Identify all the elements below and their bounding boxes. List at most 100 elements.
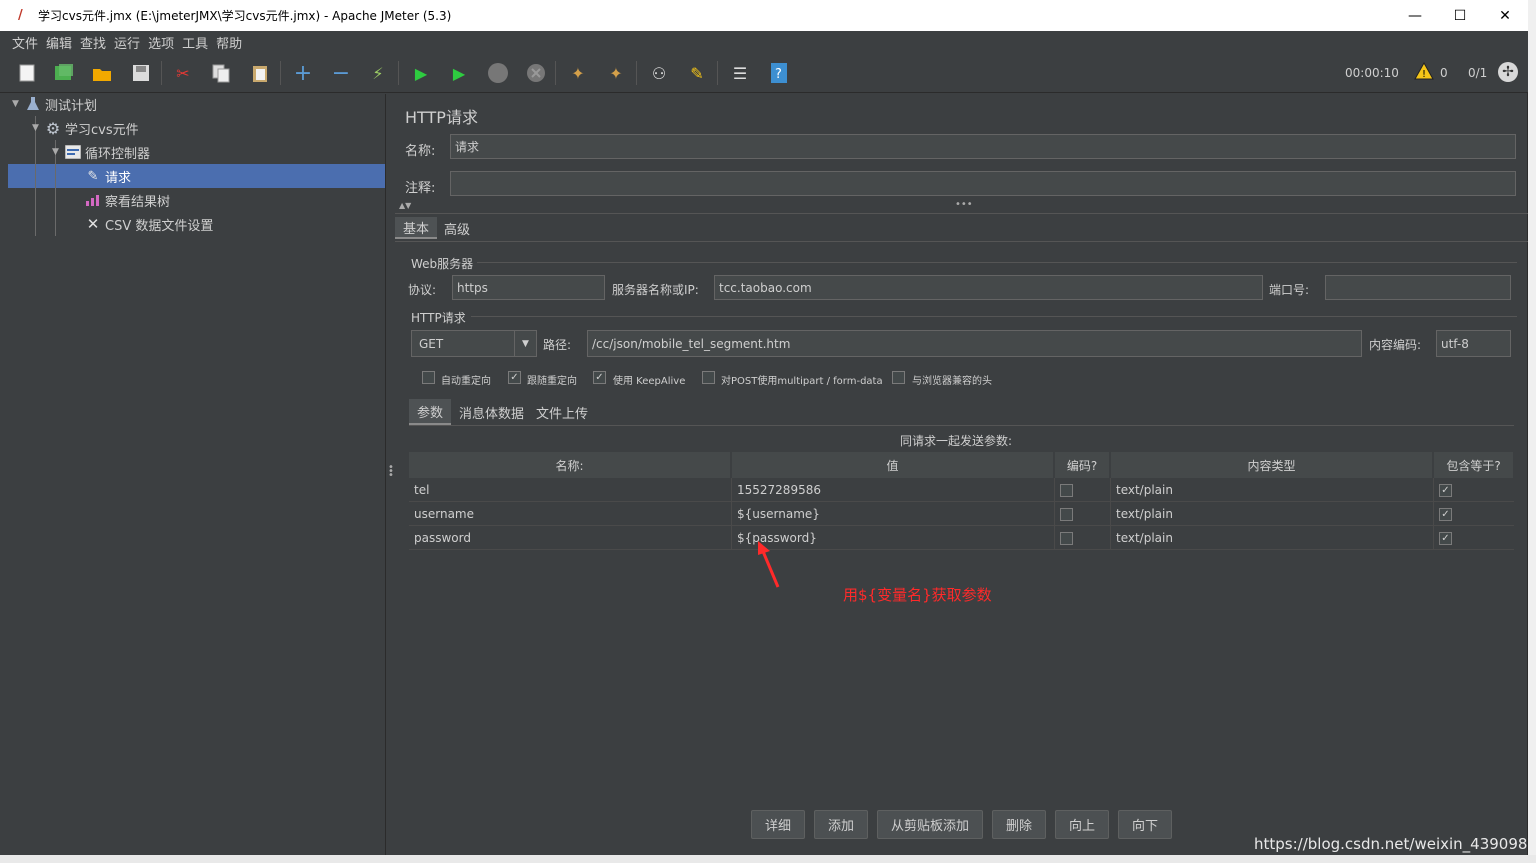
collapse-arrows-icon[interactable]: ▲▼ (399, 201, 411, 210)
encode-checkbox[interactable] (1060, 483, 1073, 497)
open-icon[interactable] (90, 61, 114, 85)
move-down-button[interactable]: 向下 (1118, 810, 1172, 839)
minimize-button[interactable]: — (1392, 0, 1438, 31)
toggle-icon[interactable]: ⚡ (366, 61, 390, 85)
include-equals-checkbox[interactable]: ✓ (1439, 531, 1452, 545)
param-name-cell[interactable]: password (409, 526, 732, 550)
paste-icon[interactable] (248, 61, 272, 85)
name-field[interactable]: 请求 (450, 134, 1516, 159)
tree-item-results-tree[interactable]: 察看结果树 (84, 188, 170, 212)
table-row[interactable]: username ${username} text/plain ✓ (409, 502, 1514, 526)
clear-icon[interactable]: ✦ (566, 61, 590, 85)
browser-headers-checkbox[interactable] (892, 371, 905, 384)
warning-count: 0 (1440, 66, 1448, 80)
include-equals-cell[interactable]: ✓ (1434, 526, 1514, 550)
auto-redirect-checkbox[interactable] (422, 371, 435, 384)
column-header-value[interactable]: 值 (732, 452, 1054, 478)
tab-parameters[interactable]: 参数 (409, 399, 452, 425)
column-header-content-type[interactable]: 内容类型 (1111, 452, 1433, 478)
add-from-clipboard-button[interactable]: 从剪贴板添加 (877, 810, 983, 839)
tab-basic[interactable]: 基本 (395, 217, 438, 239)
menu-run[interactable]: 运行 (110, 33, 144, 52)
param-value-cell[interactable]: 15527289586 (732, 478, 1055, 502)
encode-cell[interactable] (1055, 526, 1111, 550)
stop-icon[interactable] (486, 61, 510, 85)
include-equals-checkbox[interactable]: ✓ (1439, 507, 1452, 521)
menu-edit[interactable]: 编辑 (42, 33, 76, 52)
port-field[interactable] (1325, 275, 1511, 300)
server-field[interactable]: tcc.taobao.com (714, 275, 1263, 300)
tab-body-data[interactable]: 消息体数据 (451, 399, 532, 425)
table-row[interactable]: password ${password} text/plain ✓ (409, 526, 1514, 550)
expand-arrow-icon[interactable]: ▼ (12, 99, 24, 109)
tab-file-upload[interactable]: 文件上传 (528, 399, 596, 425)
templates-icon[interactable] (52, 61, 76, 85)
keepalive-checkbox[interactable]: ✓ (593, 371, 606, 384)
tree-item-loop-controller[interactable]: ▼ 循环控制器 (52, 140, 150, 164)
help-icon[interactable]: ? (767, 61, 791, 85)
column-header-name[interactable]: 名称: (409, 452, 731, 478)
menu-options[interactable]: 选项 (144, 33, 178, 52)
reset-search-icon[interactable]: ✎ (685, 61, 709, 85)
protocol-field[interactable]: https (452, 275, 605, 300)
column-header-include-equals[interactable]: 包含等于? (1434, 452, 1514, 478)
include-equals-checkbox[interactable]: ✓ (1439, 483, 1452, 497)
chevron-down-icon[interactable]: ▼ (514, 331, 536, 356)
add-button[interactable]: 添加 (814, 810, 868, 839)
cut-icon[interactable]: ✂ (171, 61, 195, 85)
expand-arrow-icon[interactable]: ▼ (32, 123, 44, 133)
param-name-cell[interactable]: username (409, 502, 732, 526)
encode-cell[interactable] (1055, 502, 1111, 526)
menu-tools[interactable]: 工具 (178, 33, 212, 52)
method-select[interactable]: GET ▼ (411, 330, 537, 357)
comment-field[interactable] (450, 171, 1516, 196)
delete-button[interactable]: 删除 (992, 810, 1046, 839)
expand-arrow-icon[interactable]: ▼ (52, 147, 64, 157)
warning-icon[interactable]: ! (1414, 61, 1434, 80)
tree-item-request[interactable]: ✎ 请求 (84, 164, 131, 188)
remote-globe-icon[interactable]: ✢ (1498, 62, 1518, 82)
search-icon[interactable]: ⚇ (647, 61, 671, 85)
encoding-field[interactable]: utf-8 (1436, 330, 1511, 357)
follow-redirect-checkbox[interactable]: ✓ (508, 371, 521, 384)
tree-item-thread-group[interactable]: ▼ ⚙ 学习cvs元件 (32, 116, 139, 140)
panel-splitter[interactable]: • • • (386, 94, 394, 863)
new-icon[interactable] (15, 61, 39, 85)
expand-all-icon[interactable]: + (291, 61, 315, 86)
start-icon[interactable]: ▶ (409, 61, 433, 85)
param-value-cell[interactable]: ${username} (732, 502, 1055, 526)
content-type-cell[interactable]: text/plain (1111, 502, 1434, 526)
encode-checkbox[interactable] (1060, 531, 1073, 545)
encode-checkbox[interactable] (1060, 507, 1073, 521)
content-type-cell[interactable]: text/plain (1111, 478, 1434, 502)
copy-icon[interactable] (209, 61, 233, 85)
include-equals-cell[interactable]: ✓ (1434, 502, 1514, 526)
details-button[interactable]: 详细 (751, 810, 805, 839)
close-button[interactable]: ✕ (1482, 0, 1528, 31)
content-type-cell[interactable]: text/plain (1111, 526, 1434, 550)
column-header-encode[interactable]: 编码? (1055, 452, 1110, 478)
collapse-all-icon[interactable]: − (329, 61, 353, 86)
menu-file[interactable]: 文件 (8, 33, 42, 52)
table-row[interactable]: tel 15527289586 text/plain ✓ (409, 478, 1514, 502)
tab-advanced[interactable]: 高级 (436, 217, 478, 239)
clear-all-icon[interactable]: ✦ (604, 61, 628, 85)
maximize-button[interactable]: ☐ (1437, 0, 1483, 31)
active-threads: 0/1 (1468, 66, 1488, 80)
include-equals-cell[interactable]: ✓ (1434, 478, 1514, 502)
path-field[interactable]: /cc/json/mobile_tel_segment.htm (587, 330, 1362, 357)
encode-cell[interactable] (1055, 478, 1111, 502)
start-no-pauses-icon[interactable]: ▶ (447, 61, 471, 85)
divider-handle-icon[interactable]: ••• (955, 199, 973, 210)
tree-selection (8, 164, 385, 188)
menu-help[interactable]: 帮助 (212, 33, 246, 52)
save-icon[interactable] (129, 61, 153, 85)
shutdown-icon[interactable] (524, 61, 548, 85)
multipart-checkbox[interactable] (702, 371, 715, 384)
function-helper-icon[interactable]: ☰ (728, 61, 752, 85)
param-name-cell[interactable]: tel (409, 478, 732, 502)
move-up-button[interactable]: 向上 (1055, 810, 1109, 839)
tree-item-test-plan[interactable]: ▼ 测试计划 (12, 92, 97, 116)
tree-item-csv-config[interactable]: ✕ CSV 数据文件设置 (84, 212, 214, 236)
menu-search[interactable]: 查找 (76, 33, 110, 52)
